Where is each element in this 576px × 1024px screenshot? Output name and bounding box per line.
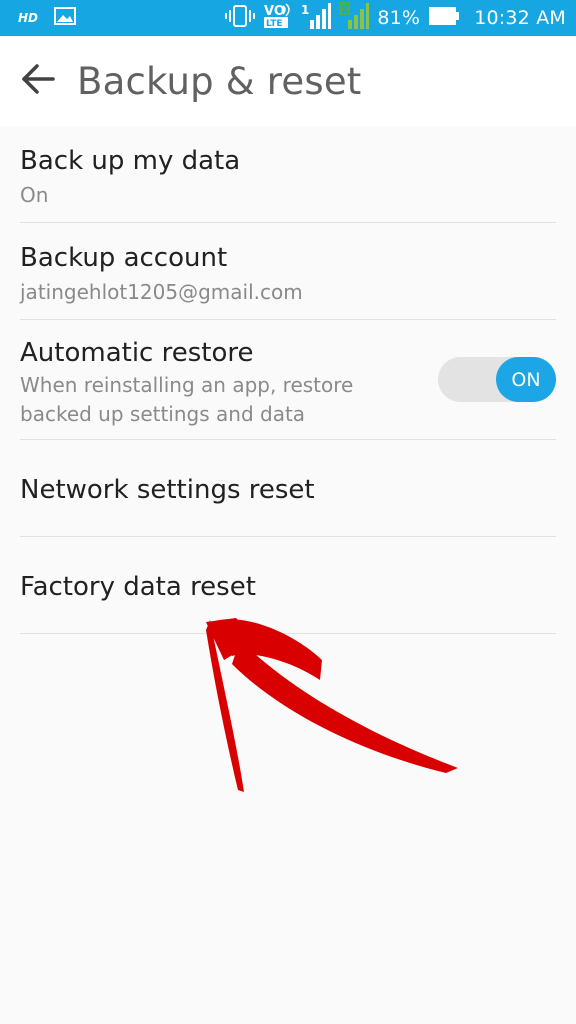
volte-bottom-text: LTE xyxy=(266,19,283,29)
image-notification-icon xyxy=(54,6,77,30)
settings-list: Back up my data On Backup account jating… xyxy=(0,126,576,634)
factory-data-reset-title: Factory data reset xyxy=(20,572,256,602)
arrow-back-icon xyxy=(21,63,55,99)
backup-data-item[interactable]: Back up my data On xyxy=(20,126,556,223)
toggle-thumb: ON xyxy=(496,357,556,402)
factory-data-reset-item[interactable]: Factory data reset xyxy=(20,537,556,634)
backup-data-title: Back up my data xyxy=(20,146,241,176)
volte-icon: VO LTE xyxy=(263,2,293,35)
hd-icon: HD xyxy=(18,11,39,25)
status-bar: HD VO LTE 1 2 81% 10:32 AM xyxy=(0,0,576,36)
clock: 10:32 AM xyxy=(474,7,566,29)
sim2-label: 2 xyxy=(341,3,349,16)
automatic-restore-description: When reinstalling an app, restore backed… xyxy=(20,373,354,426)
backup-account-title: Backup account xyxy=(20,243,228,273)
automatic-restore-toggle[interactable]: ON xyxy=(438,357,556,402)
signal-sim2-icon: 2 xyxy=(339,1,370,35)
vibrate-icon xyxy=(225,4,256,33)
back-button[interactable] xyxy=(16,59,60,103)
automatic-restore-item[interactable]: Automatic restore When reinstalling an a… xyxy=(20,320,556,440)
page-title: Backup & reset xyxy=(77,60,362,103)
network-settings-reset-item[interactable]: Network settings reset xyxy=(20,440,556,537)
volte-top-text: VO xyxy=(264,4,285,19)
backup-data-status: On xyxy=(20,183,49,207)
backup-account-item[interactable]: Backup account jatingehlot1205@gmail.com xyxy=(20,223,556,320)
signal-sim1-icon: 1 xyxy=(301,2,332,35)
annotation-arrow-shaft xyxy=(232,640,458,773)
battery-icon xyxy=(428,6,460,31)
network-settings-reset-title: Network settings reset xyxy=(20,475,315,505)
sim1-label: 1 xyxy=(301,3,309,17)
notification-area: HD xyxy=(18,0,77,36)
annotation-arrow-wing-left xyxy=(206,620,244,792)
app-bar: Backup & reset xyxy=(0,36,576,126)
backup-account-email: jatingehlot1205@gmail.com xyxy=(20,280,303,304)
automatic-restore-title: Automatic restore xyxy=(20,338,254,368)
system-icons: VO LTE 1 2 81% 10:32 AM xyxy=(225,0,566,36)
battery-percent: 81% xyxy=(377,7,421,29)
